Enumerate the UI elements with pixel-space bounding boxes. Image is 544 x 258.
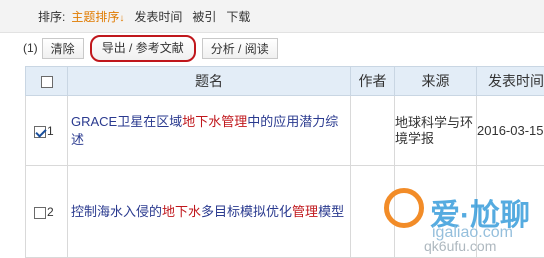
row-checkbox[interactable] xyxy=(34,207,46,219)
sort-bar: 排序: 主题排序↓ 发表时间 被引 下载 xyxy=(0,0,544,33)
row-select-cell: 1 xyxy=(26,96,68,166)
author-cell[interactable] xyxy=(351,96,395,166)
analyze-read-button[interactable]: 分析 / 阅读 xyxy=(202,38,278,59)
row-select-cell: 2 xyxy=(26,166,68,258)
sort-option-cited[interactable]: 被引 xyxy=(192,8,216,25)
header-author[interactable]: 作者 xyxy=(351,67,395,96)
sort-option-download[interactable]: 下载 xyxy=(226,8,250,25)
header-date[interactable]: 发表时间 xyxy=(477,67,544,96)
sort-option-topic[interactable]: 主题排序↓ xyxy=(71,8,124,25)
export-references-button[interactable]: 导出 / 参考文献 xyxy=(90,35,196,62)
watermark-domain-secondary: qk6ufu.com xyxy=(424,238,496,254)
watermark-logo-icon xyxy=(384,188,424,228)
source-cell[interactable]: 地球科学与环境学报 xyxy=(395,96,477,166)
title-cell: GRACE卫星在区域地下水管理中的应用潜力综述 xyxy=(68,96,351,166)
row-number: 2 xyxy=(47,205,54,219)
select-all-checkbox[interactable] xyxy=(41,76,53,88)
site-watermark: 爱·尬聊 igaliao.com qk6ufu.com xyxy=(378,170,544,254)
sort-down-arrow-icon: ↓ xyxy=(119,13,124,24)
header-source[interactable]: 来源 xyxy=(395,67,477,96)
clear-button[interactable]: 清除 xyxy=(42,38,84,59)
title-cell: 控制海水入侵的地下水多目标模拟优化管理模型 xyxy=(68,166,351,258)
select-all-header xyxy=(26,67,68,96)
table-header-row: 题名 作者 来源 发表时间 xyxy=(26,67,544,96)
header-title[interactable]: 题名 xyxy=(68,67,351,96)
table-row: 1 GRACE卫星在区域地下水管理中的应用潜力综述 地球科学与环境学报 2016… xyxy=(26,96,544,166)
sort-option-date[interactable]: 发表时间 xyxy=(134,8,182,25)
row-number: 1 xyxy=(47,124,54,138)
sort-label: 排序: xyxy=(38,8,65,25)
selected-count: (1) xyxy=(23,41,38,55)
article-title-link[interactable]: GRACE卫星在区域地下水管理中的应用潜力综述 xyxy=(71,114,338,147)
result-toolbar: (1) 清除 导出 / 参考文献 分析 / 阅读 xyxy=(0,33,544,63)
row-checkbox[interactable] xyxy=(34,126,46,138)
date-cell: 2016-03-15 xyxy=(477,96,544,166)
article-title-link[interactable]: 控制海水入侵的地下水多目标模拟优化管理模型 xyxy=(71,204,344,219)
